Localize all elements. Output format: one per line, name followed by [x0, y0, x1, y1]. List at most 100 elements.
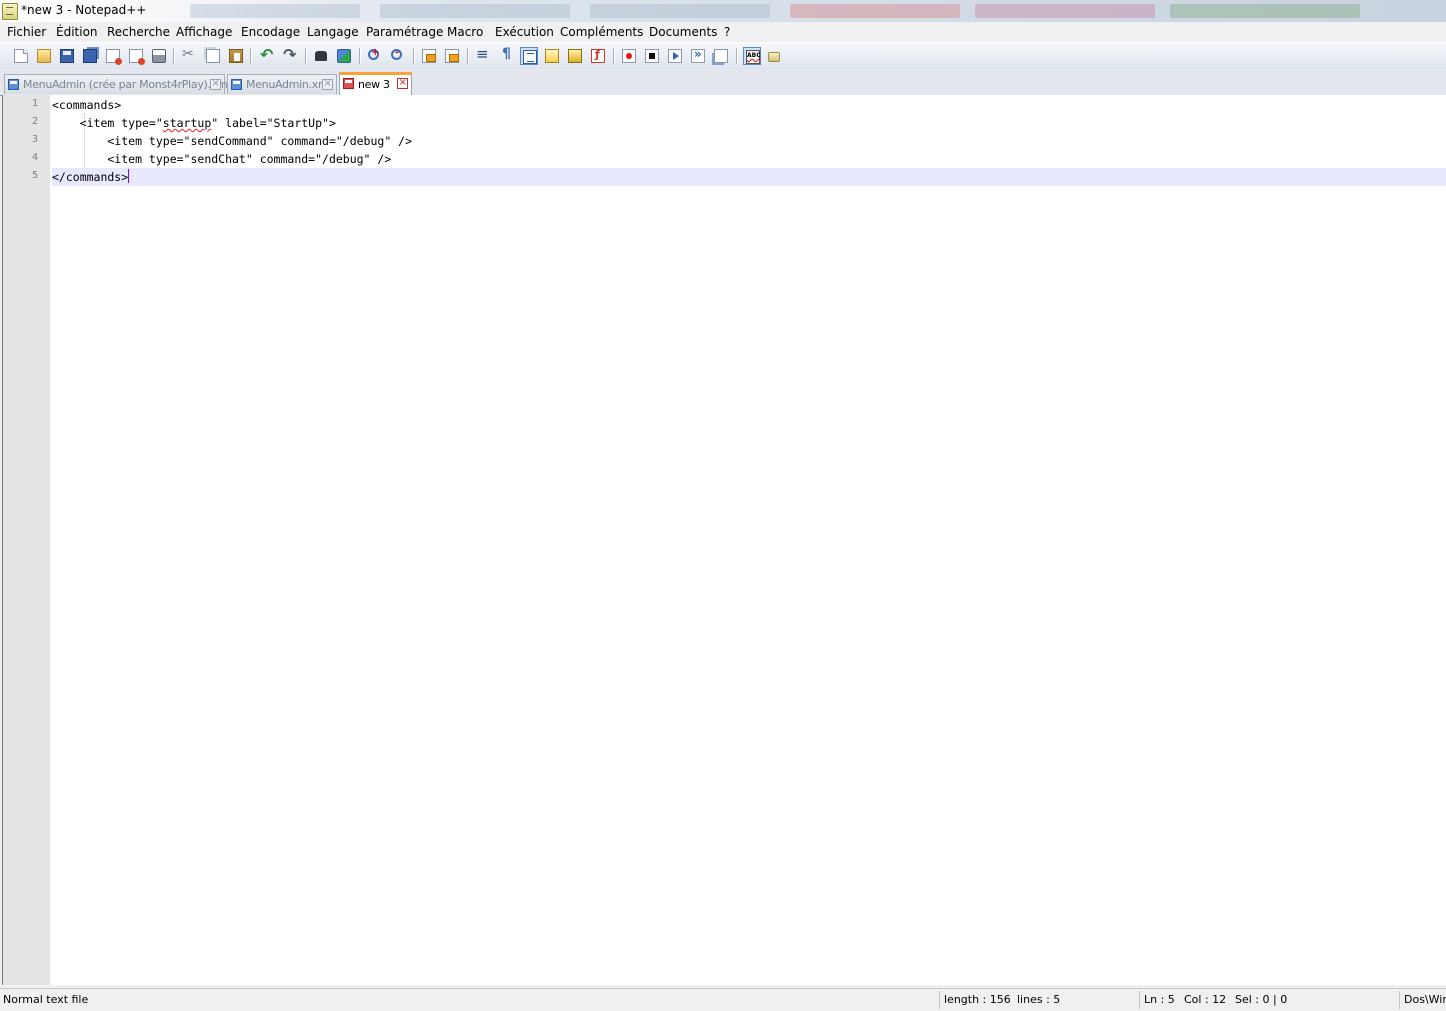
function-list-button[interactable] — [589, 47, 607, 65]
menu-complements[interactable]: Compléments — [560, 24, 643, 40]
zoom-out-icon — [391, 47, 402, 60]
stop-recording-button[interactable] — [643, 47, 661, 65]
code-text-prefix: <item type=" — [52, 116, 163, 130]
open-folder-icon — [37, 49, 51, 63]
status-lines: lines : 5 — [1017, 993, 1061, 1006]
indent-guide-icon — [523, 50, 537, 64]
line-number: 1 — [31, 98, 38, 109]
menu-macro[interactable]: Macro — [447, 24, 483, 40]
redo-icon — [283, 45, 297, 64]
tab-label: MenuAdmin (crée par Monst4rPlay).xml — [23, 78, 231, 91]
paste-button[interactable] — [227, 47, 245, 65]
user-defined-language-button[interactable] — [543, 47, 561, 65]
close-tab-icon[interactable]: × — [322, 79, 333, 90]
zoom-in-button[interactable] — [366, 47, 384, 65]
copy-icon — [206, 49, 220, 63]
code-line[interactable]: <item type="sendCommand" command="/debug… — [52, 132, 1446, 150]
code-line[interactable]: <item type="startup" label="StartUp"> — [52, 114, 1446, 132]
word-wrap-icon — [476, 45, 490, 63]
status-divider — [1139, 991, 1140, 1009]
run-macro-multiple-button[interactable] — [689, 47, 707, 65]
close-tab-icon[interactable]: × — [397, 78, 408, 89]
fast-forward-icon — [691, 47, 705, 63]
menu-bar: Fichier Édition Recherche Affichage Enco… — [0, 22, 1446, 42]
save-all-button[interactable] — [81, 47, 99, 65]
menu-parametrage[interactable]: Paramétrage — [366, 24, 443, 40]
line-number: 2 — [31, 116, 38, 127]
menu-langage[interactable]: Langage — [307, 24, 359, 40]
show-all-chars-button[interactable] — [497, 46, 515, 65]
code-text-suffix: " label="StartUp"> — [211, 116, 336, 130]
background-browser-tab — [790, 4, 960, 18]
menu-help[interactable]: ? — [724, 24, 730, 40]
toolbar-separator — [173, 48, 175, 64]
code-line[interactable]: <commands> — [52, 96, 1446, 114]
menu-documents[interactable]: Documents — [649, 24, 717, 40]
start-recording-button[interactable] — [620, 47, 638, 65]
scissors-icon — [182, 46, 196, 63]
open-file-button[interactable] — [35, 47, 53, 65]
toolbar — [0, 42, 1446, 70]
editor-area[interactable]: 1 2 3 4 5 <commands> <item type="startup… — [2, 95, 1446, 985]
menu-edition[interactable]: Édition — [56, 24, 98, 40]
close-all-icon — [129, 49, 145, 65]
line-number-gutter: 1 2 3 4 5 — [3, 95, 50, 985]
spell-options-button[interactable] — [766, 47, 784, 65]
status-divider — [939, 991, 940, 1009]
tab-menuadmin[interactable]: MenuAdmin.xml × — [227, 74, 337, 94]
line-number: 3 — [31, 134, 38, 145]
menu-affichage[interactable]: Affichage — [176, 24, 232, 40]
print-button[interactable] — [150, 47, 168, 65]
menu-encodage[interactable]: Encodage — [241, 24, 300, 40]
current-code-line[interactable]: </commands> — [52, 168, 1446, 186]
function-list-icon — [591, 48, 605, 63]
notepadpp-icon[interactable] — [2, 3, 18, 20]
word-wrap-button[interactable] — [474, 45, 492, 65]
new-file-button[interactable] — [12, 47, 30, 65]
indent-guide-button[interactable] — [520, 47, 538, 65]
sync-horizontal-icon — [445, 49, 459, 63]
record-icon — [622, 49, 636, 63]
replace-button[interactable] — [335, 47, 353, 65]
tab-new-3[interactable]: new 3 × — [339, 72, 412, 95]
save-macro-icon — [714, 49, 728, 63]
undo-button[interactable] — [258, 45, 276, 65]
udl-icon — [545, 49, 559, 63]
spell-check-button[interactable] — [743, 47, 761, 65]
copy-button[interactable] — [204, 47, 222, 65]
saved-file-icon — [231, 79, 242, 90]
title-bar: *new 3 - Notepad++ — [0, 0, 1446, 23]
menu-fichier[interactable]: Fichier — [7, 24, 46, 40]
zoom-out-button[interactable] — [389, 47, 407, 65]
menu-execution[interactable]: Exécution — [495, 24, 554, 40]
sync-vertical-button[interactable] — [420, 47, 438, 65]
menu-recherche[interactable]: Recherche — [107, 24, 170, 40]
code-line[interactable]: <item type="sendChat" command="/debug" /… — [52, 150, 1446, 168]
status-length: length : 156 — [944, 993, 1011, 1006]
pilcrow-icon — [499, 46, 513, 63]
tab-menuadmin-monst4rplay[interactable]: MenuAdmin (crée par Monst4rPlay).xml × — [4, 74, 230, 94]
status-sel: Sel : 0 | 0 — [1235, 993, 1288, 1006]
close-tab-icon[interactable]: × — [210, 79, 221, 90]
misspelled-word[interactable]: startup — [163, 116, 211, 130]
redo-button[interactable] — [281, 45, 299, 65]
toolbar-separator — [736, 48, 738, 64]
background-browser-tab — [380, 4, 570, 18]
background-browser-tab — [975, 4, 1155, 18]
sync-horizontal-button[interactable] — [443, 47, 461, 65]
playback-button[interactable] — [666, 47, 684, 65]
toolbar-separator — [413, 48, 415, 64]
status-bar: Normal text file length : 156 lines : 5 … — [0, 988, 1446, 1011]
find-button[interactable] — [312, 47, 330, 65]
document-map-button[interactable] — [566, 47, 584, 65]
play-icon — [668, 49, 682, 63]
close-all-button[interactable] — [127, 47, 145, 65]
cut-button[interactable] — [180, 46, 198, 65]
code-text: </commands> — [52, 170, 129, 184]
save-macro-button[interactable] — [712, 47, 730, 65]
close-button[interactable] — [104, 47, 122, 65]
spell-options-icon — [768, 52, 780, 62]
status-eol[interactable]: Dos\Windows — [1404, 993, 1446, 1006]
save-all-icon — [83, 49, 97, 63]
save-button[interactable] — [58, 47, 76, 65]
